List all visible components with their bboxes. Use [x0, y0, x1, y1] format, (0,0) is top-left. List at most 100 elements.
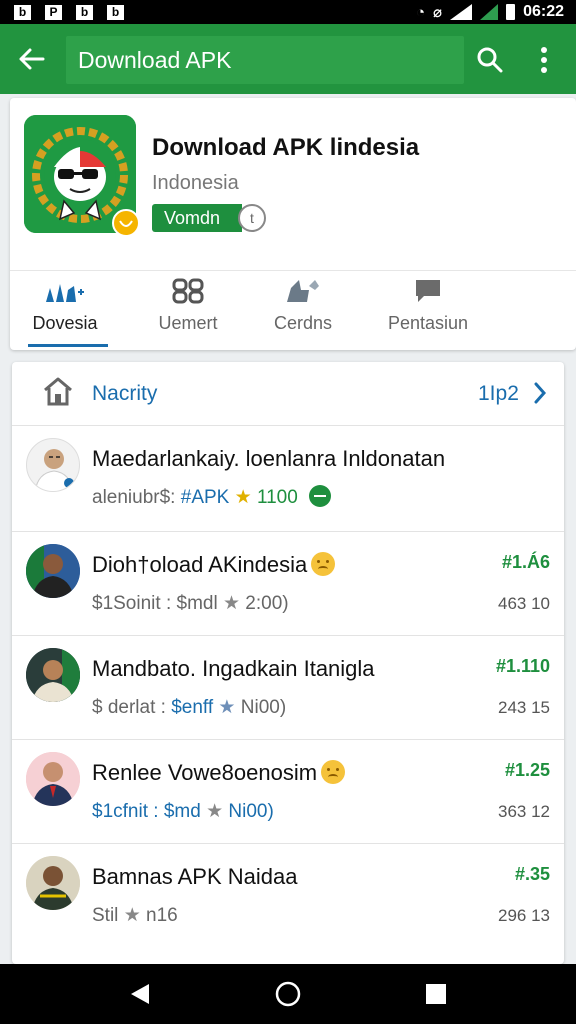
- nav-home-button[interactable]: [258, 974, 318, 1014]
- item-stat: 296 13: [498, 906, 550, 925]
- item-price: #1.25: [504, 760, 550, 780]
- notification-icons: b P b b: [14, 4, 124, 20]
- star-icon: ★: [218, 697, 236, 718]
- item-meta-text: $1cfnit : $md: [92, 801, 201, 822]
- item-meta: $ derlat : $enff ★ Ni00): [92, 696, 286, 719]
- hands-icon: [46, 284, 84, 302]
- list-title: Nacrity: [92, 382, 158, 405]
- item-meta-blue: #APK: [180, 487, 230, 508]
- alarm-icon: ◔: [415, 3, 426, 21]
- item-meta-text: $ derlat :: [92, 697, 172, 718]
- item-meta-blue: $enff: [171, 697, 214, 718]
- item-price: #.35: [514, 864, 550, 884]
- star-icon: ★: [234, 487, 252, 508]
- item-price: #1.Á6: [501, 552, 550, 572]
- notification-icon: b: [76, 4, 93, 20]
- item-meta-rating: 1100: [256, 487, 298, 508]
- person-photo-icon: [26, 856, 80, 910]
- message-icon: [416, 280, 440, 302]
- vibrate-icon: ⌀: [433, 4, 443, 21]
- list-header[interactable]: Nacrity 1Ip2: [12, 362, 564, 426]
- item-stat: 363 12: [498, 802, 550, 821]
- avatar: [26, 438, 80, 492]
- more-vert-icon: [541, 47, 547, 73]
- chevron-right-icon: [534, 382, 547, 404]
- item-meta-value: Ni00): [228, 801, 274, 822]
- notification-icon: b: [14, 4, 31, 20]
- item-meta-text: aleniubr$:: [92, 487, 176, 508]
- search-button[interactable]: [468, 36, 512, 84]
- tab-dovesia[interactable]: Dovesia: [32, 274, 98, 346]
- tab-label: Dovesia: [32, 313, 98, 333]
- wifi-icon: [450, 4, 473, 20]
- person-photo-icon: [26, 648, 80, 702]
- tab-indicator: [28, 344, 108, 347]
- tab-label: Uemert: [158, 313, 218, 333]
- search-field[interactable]: Download APK: [66, 36, 464, 84]
- emoji-icon: [321, 760, 346, 785]
- list-item[interactable]: Bamnas APK Naidaa Stil ★ n16 #.35 296 13: [12, 844, 564, 948]
- item-meta-value: n16: [146, 905, 178, 926]
- system-icons: ◔ ⌀ 06:22: [416, 3, 564, 21]
- item-name: Dioh†oload AKindesia: [92, 552, 336, 578]
- navigation-bar: [0, 964, 576, 1024]
- home-circle-icon: [275, 981, 301, 1007]
- item-meta: $1Soinit : $mdl ★ 2:00): [92, 592, 289, 615]
- item-name: Bamnas APK Naidaa: [92, 864, 298, 889]
- star-icon: ★: [222, 593, 241, 614]
- app-header-card: Download APK lindesia Indonesia Vomdn t …: [10, 98, 576, 350]
- item-meta-text: $1Soinit : $mdl: [92, 593, 218, 614]
- item-meta-value: Ni00): [240, 697, 287, 718]
- star-icon: ★: [123, 905, 141, 926]
- battery-icon: [506, 4, 516, 20]
- item-name-text: Dioh†oload AKindesia: [92, 552, 308, 577]
- notification-icon: P: [45, 4, 62, 20]
- person-photo-icon: [26, 752, 80, 806]
- back-button[interactable]: [0, 24, 62, 94]
- app-list-card: Nacrity 1Ip2 Maedarlankaiy. loenlanra In…: [12, 362, 564, 964]
- install-button[interactable]: Vomdn: [152, 204, 242, 232]
- person-photo-icon: [34, 449, 74, 491]
- list-item[interactable]: Renlee Vowe8oenosim $1cfnit : $md ★ Ni00…: [12, 740, 564, 844]
- divider: [10, 270, 576, 271]
- tab-pentasiun[interactable]: Pentasiun: [388, 274, 468, 346]
- more-options-button[interactable]: [522, 36, 566, 84]
- item-meta: $1cfnit : $md ★ Ni00): [92, 800, 274, 823]
- avatar: [26, 648, 80, 702]
- star-icon: ★: [206, 801, 224, 822]
- nav-back-button[interactable]: [110, 974, 170, 1014]
- emoji-icon: [311, 552, 336, 577]
- install-control: Vomdn t: [152, 204, 266, 232]
- tab-uemert[interactable]: Uemert: [150, 274, 226, 346]
- list-item[interactable]: Mandbato. Ingadkain Itanigla $ derlat : …: [12, 636, 564, 740]
- signal-icon: [480, 4, 499, 20]
- grid-icon: [172, 278, 204, 304]
- nav-recents-button[interactable]: [406, 974, 466, 1014]
- app-developer[interactable]: Indonesia: [152, 172, 239, 195]
- person-photo-icon: [26, 544, 80, 598]
- search-text: Download APK: [78, 46, 232, 73]
- item-name: Maedarlankaiy. loenlanra Inldonatan: [92, 446, 446, 471]
- item-meta-apk: APK: [191, 487, 230, 508]
- info-icon[interactable]: t: [238, 204, 266, 232]
- tab-cerdns[interactable]: Cerdns: [268, 274, 338, 346]
- app-icon[interactable]: [24, 115, 140, 237]
- list-item[interactable]: Dioh†oload AKindesia $1Soinit : $mdl ★ 2…: [12, 532, 564, 636]
- item-stat: 243 15: [498, 698, 550, 717]
- item-name: Renlee Vowe8oenosim: [92, 760, 346, 786]
- item-stat: 463 10: [498, 594, 550, 613]
- clock: 06:22: [523, 3, 564, 20]
- item-meta: aleniubr$: #APK ★ 1100: [92, 484, 332, 509]
- avatar: [26, 544, 80, 598]
- back-triangle-icon: [131, 984, 149, 1004]
- item-name: Mandbato. Ingadkain Itanigla: [92, 656, 375, 681]
- notification-icon: b: [107, 4, 124, 20]
- app-title: Download APK lindesia: [152, 134, 420, 161]
- arrow-left-icon: [19, 48, 45, 70]
- status-bar: b P b b ◔ ⌀ 06:22: [0, 0, 576, 24]
- item-meta: Stil ★ n16: [92, 904, 178, 927]
- item-name-text: Renlee Vowe8oenosim: [92, 760, 318, 785]
- tab-label: Pentasiun: [387, 313, 469, 333]
- list-item[interactable]: Maedarlankaiy. loenlanra Inldonatan alen…: [12, 426, 564, 532]
- app-bar: Download APK: [0, 24, 576, 94]
